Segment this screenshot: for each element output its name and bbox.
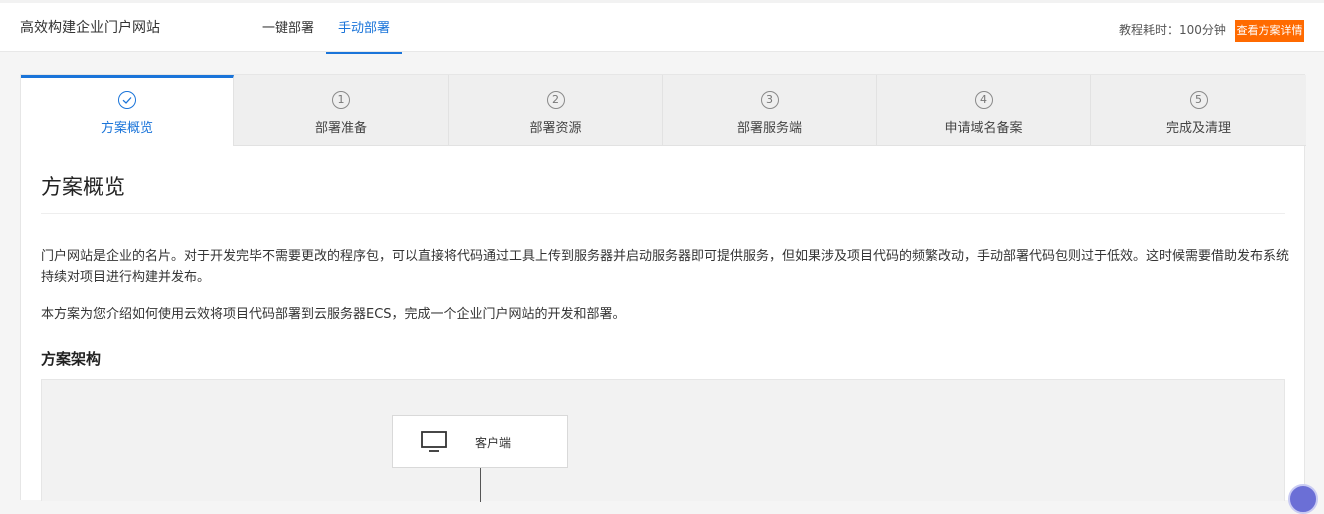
- tutorial-duration: 教程耗时：100分钟: [1119, 23, 1226, 37]
- step-label: 部署准备: [314, 121, 367, 136]
- divider: [41, 213, 1285, 214]
- section-title-architecture: 方案架构: [41, 350, 102, 368]
- step-deploy-server[interactable]: 3 部署服务端: [663, 75, 877, 146]
- step-number: 5: [1189, 91, 1208, 109]
- step-domain-filing[interactable]: 4 申请域名备案: [877, 75, 1091, 146]
- check-icon: [118, 91, 136, 109]
- step-deploy-resources[interactable]: 2 部署资源: [449, 75, 663, 146]
- tab-manual-deploy[interactable]: 手动部署: [338, 17, 390, 36]
- assistant-float-button[interactable]: [1288, 484, 1318, 514]
- content-card: 方案概览 1 部署准备 2 部署资源 3 部署服务端 4 申请域名备案 5 完成…: [20, 74, 1306, 502]
- client-node: 客户端: [392, 415, 568, 468]
- step-label: 部署服务端: [736, 121, 802, 136]
- step-finish-cleanup[interactable]: 5 完成及清理: [1091, 75, 1306, 146]
- step-label: 完成及清理: [1165, 121, 1231, 136]
- step-number: 4: [974, 91, 993, 109]
- solution-paragraph: 本方案为您介绍如何使用云效将项目代码部署到云服务器ECS，完成一个企业门户网站的…: [41, 307, 626, 322]
- step-number: 3: [760, 91, 779, 109]
- step-label: 方案概览: [100, 121, 153, 136]
- step-deploy-preparation[interactable]: 1 部署准备: [234, 75, 449, 146]
- monitor-icon: [421, 431, 447, 457]
- connector-line: [480, 468, 481, 502]
- architecture-diagram: 客户端: [41, 379, 1285, 502]
- view-solution-details-button[interactable]: 查看方案详情: [1235, 20, 1304, 42]
- step-label: 申请域名备案: [944, 121, 1023, 136]
- page-title: 方案概览: [41, 175, 125, 199]
- step-overview[interactable]: 方案概览: [21, 75, 234, 146]
- tab-one-click-deploy[interactable]: 一键部署: [262, 17, 314, 36]
- client-label: 客户端: [475, 436, 512, 450]
- top-bar: 高效构建企业门户网站 一键部署 手动部署 教程耗时：100分钟 查看方案详情: [0, 0, 1324, 54]
- step-number: 1: [332, 91, 350, 109]
- active-tab-indicator: [326, 52, 402, 54]
- step-navigation: 方案概览 1 部署准备 2 部署资源 3 部署服务端 4 申请域名备案 5 完成…: [21, 75, 1306, 146]
- step-number: 2: [546, 91, 565, 109]
- intro-paragraph: 门户网站是企业的名片。对于开发完毕不需要更改的程序包，可以直接将代码通过工具上传…: [41, 249, 1290, 285]
- site-title: 高效构建企业门户网站: [20, 20, 160, 36]
- step-label: 部署资源: [529, 121, 582, 136]
